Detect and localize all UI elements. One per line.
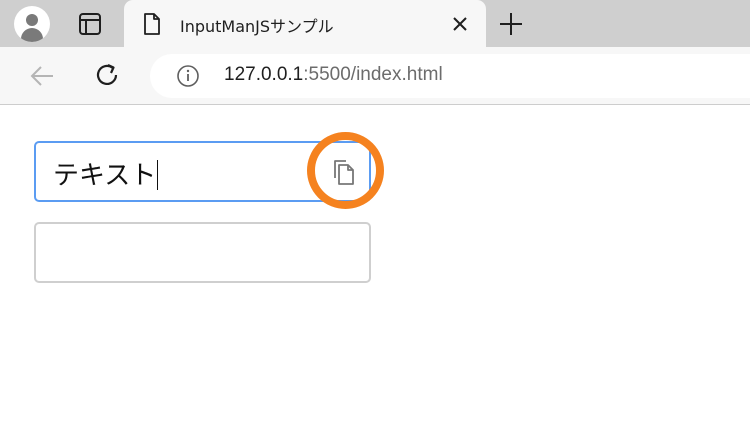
input-value: テキスト	[53, 160, 159, 191]
tab-title: InputManJSサンプル	[180, 17, 334, 36]
new-tab-icon[interactable]	[498, 11, 524, 37]
url-path: :5500/index.html	[303, 64, 443, 85]
close-tab-icon[interactable]	[450, 14, 470, 34]
address-bar[interactable]: 127.0.0.1:5500/index.html	[150, 54, 750, 98]
tab-actions-icon[interactable]	[72, 11, 108, 37]
profile-avatar-icon[interactable]	[14, 6, 50, 42]
copy-icon[interactable]	[330, 157, 358, 187]
text-input-focused[interactable]: テキスト	[34, 141, 371, 202]
browser-toolbar: 127.0.0.1:5500/index.html	[0, 47, 750, 105]
back-arrow-icon[interactable]	[28, 62, 56, 90]
url-text: 127.0.0.1:5500/index.html	[224, 64, 443, 86]
url-host: 127.0.0.1	[224, 64, 304, 85]
page-icon	[142, 12, 162, 36]
text-input[interactable]	[34, 222, 371, 283]
site-info-icon[interactable]	[176, 64, 200, 88]
tab-strip: InputManJSサンプル	[0, 0, 750, 49]
text-caret	[157, 160, 159, 190]
active-tab[interactable]: InputManJSサンプル	[124, 0, 486, 49]
reload-icon[interactable]	[94, 61, 122, 89]
